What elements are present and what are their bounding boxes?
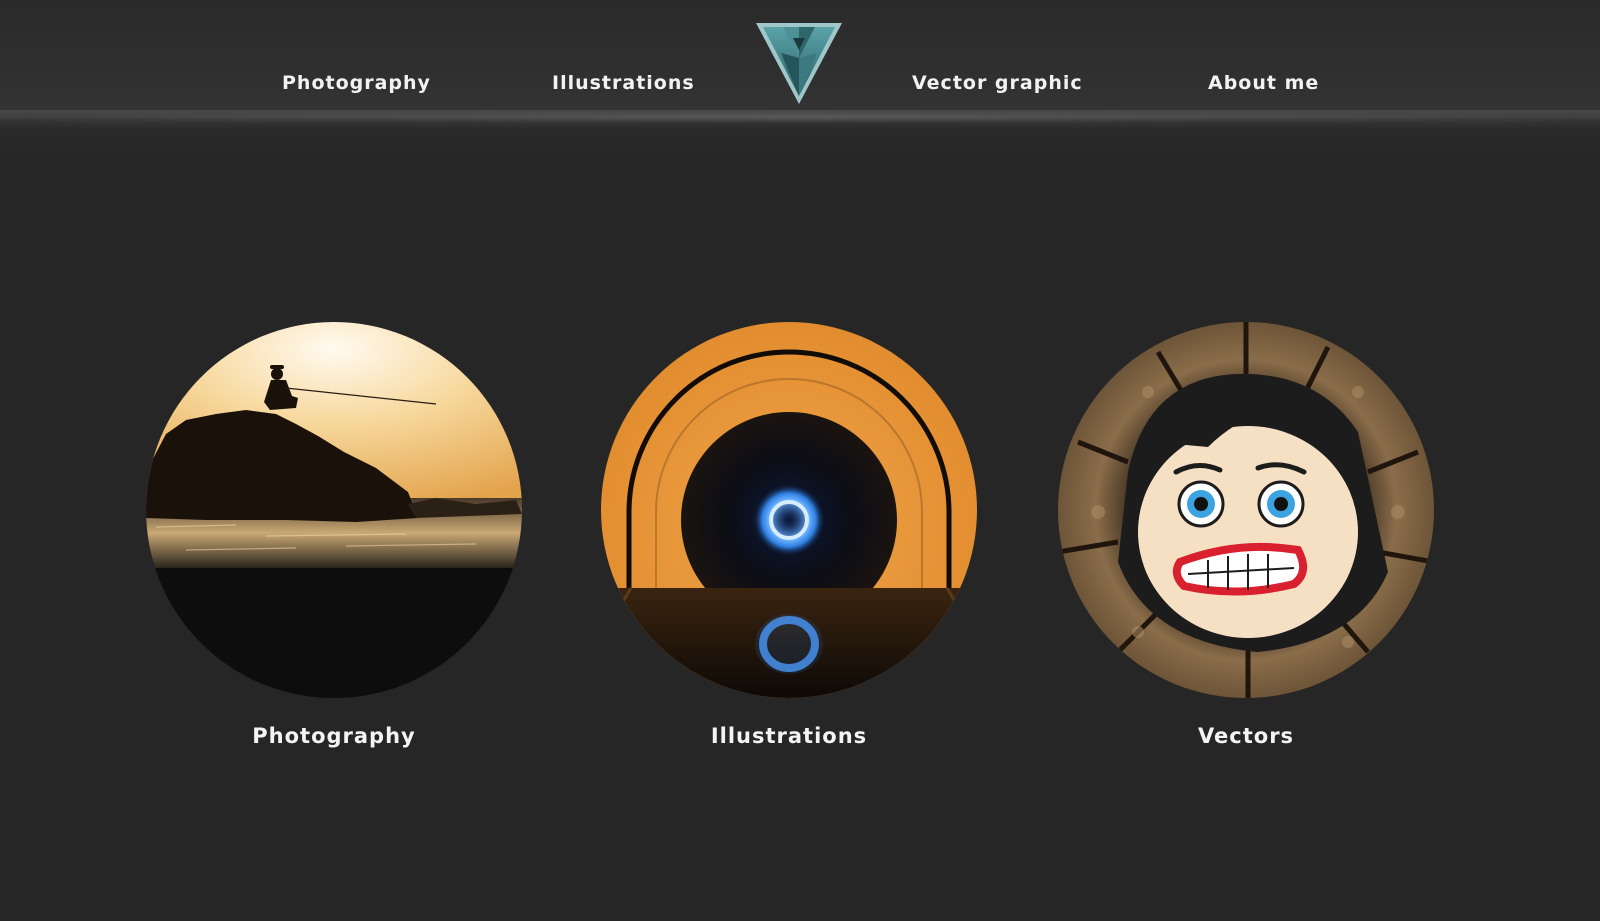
card-label-vectors[interactable]: Vectors	[1058, 724, 1434, 748]
card-label-photography[interactable]: Photography	[146, 724, 522, 748]
card-photography[interactable]: Photography	[146, 322, 522, 748]
card-vectors[interactable]: Vectors	[1058, 322, 1434, 748]
nav-link-photography[interactable]: Photography	[282, 72, 431, 94]
card-illustrations[interactable]: Illustrations	[601, 322, 977, 748]
header-divider	[0, 114, 1600, 120]
page: Photography Illustrations Vector graphic…	[0, 0, 1600, 921]
orange-portal-illustration[interactable]	[601, 322, 977, 698]
triangle-logo-icon[interactable]	[753, 18, 845, 108]
scared-face-vector[interactable]	[1058, 322, 1434, 698]
card-label-illustrations[interactable]: Illustrations	[601, 724, 977, 748]
nav-link-vector-graphic[interactable]: Vector graphic	[912, 72, 1083, 94]
fisherman-sunset-photo[interactable]	[146, 322, 522, 698]
nav-link-about-me[interactable]: About me	[1208, 72, 1319, 94]
nav-link-illustrations[interactable]: Illustrations	[552, 72, 695, 94]
